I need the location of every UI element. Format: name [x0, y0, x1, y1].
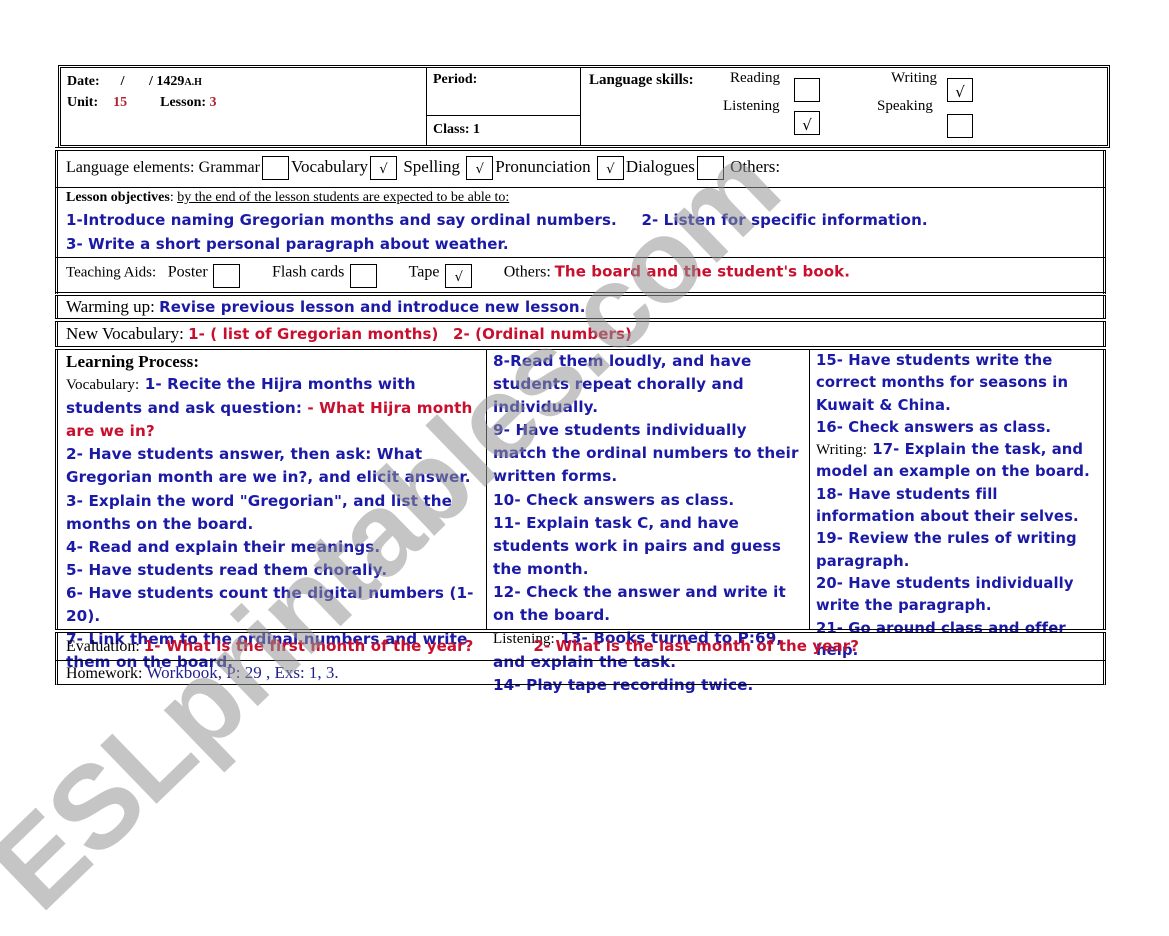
- skill-writing-checkbox[interactable]: √: [947, 78, 973, 102]
- learning-process-row: Learning Process: Vocabulary: 1- Recite …: [55, 350, 1106, 694]
- step-11: 11- Explain task C, and have students wo…: [493, 513, 781, 578]
- step-8: 8-Read them loudly, and have students re…: [493, 352, 752, 417]
- language-skills-label: Language skills:: [589, 72, 694, 88]
- objectives-intro: by the end of the lesson students are ex…: [177, 190, 510, 205]
- new-vocabulary-item-2: 2- (Ordinal numbers): [452, 325, 632, 343]
- teaching-aids-label: Teaching Aids:: [66, 264, 157, 281]
- date-value: / / 1429: [120, 74, 185, 89]
- step-4: 4- Read and explain their meanings.: [66, 537, 381, 556]
- element-dialogues-checkbox[interactable]: [696, 156, 724, 181]
- aid-tape-checkbox[interactable]: √: [445, 264, 473, 288]
- skill-speaking-label: Speaking: [877, 98, 933, 114]
- element-pronunciation-label: Pronunciation: [495, 157, 591, 176]
- unit-value: 15: [113, 95, 128, 110]
- new-vocabulary-row: New Vocabulary: 1- ( list of Gregorian m…: [55, 322, 1106, 346]
- step-3: 3- Explain the word "Gregorian", and lis…: [66, 491, 453, 533]
- aid-others-value: The board and the student's book.: [554, 262, 851, 281]
- element-vocabulary-checkbox[interactable]: √: [370, 156, 398, 181]
- lesson-value: 3: [209, 95, 217, 110]
- lesson-objectives-row: Lesson objectives: by the end of the les…: [55, 188, 1106, 257]
- header-table: Date: / / 1429A.H Unit: 15 Lesson: 3 Per…: [58, 65, 1110, 148]
- step-2: 2- Have students answer, then ask: What …: [66, 445, 471, 487]
- aid-flash-cards-label: Flash cards: [271, 263, 345, 281]
- skill-listening-label: Listening: [723, 98, 780, 114]
- aid-others-label: Others:: [503, 263, 551, 281]
- element-dialogues-label: Dialogues: [625, 157, 695, 176]
- process-column-3: 15- Have students write the correct mont…: [810, 350, 1103, 659]
- process-column-1: Learning Process: Vocabulary: 1- Recite …: [58, 350, 487, 671]
- teaching-aids-row: Teaching Aids: Poster Flash cards Tape √…: [55, 258, 1106, 294]
- evaluation-row: Evaluation: 1- What is the first month o…: [55, 633, 1106, 660]
- period-cell: Period:: [427, 68, 581, 116]
- warming-up-row: Warming up: Revise previous lesson and i…: [55, 296, 1106, 319]
- step-6: 6- Have students count the digital numbe…: [66, 583, 474, 626]
- step-20: 20- Have students individually write the…: [816, 574, 1074, 615]
- homework-row: Homework: Workbook, P: 29 , Exs: 1, 3.: [55, 661, 1106, 685]
- warming-up-value: Revise previous lesson and introduce new…: [159, 298, 586, 316]
- element-vocabulary-label: Vocabulary: [290, 157, 369, 176]
- date-unit-cell: Date: / / 1429A.H Unit: 15 Lesson: 3: [61, 68, 427, 145]
- language-skills-cell: Language skills: Reading Listening √ Wri…: [581, 68, 1107, 145]
- skill-reading-checkbox[interactable]: [794, 78, 820, 102]
- writing-stage-label: Writing:: [816, 442, 868, 459]
- step-15: 15- Have students write the correct mont…: [816, 352, 1069, 414]
- objective-2: 2- Listen for specific information.: [641, 211, 928, 229]
- skill-writing-label: Writing: [891, 70, 938, 86]
- evaluation-label: Evaluation:: [66, 638, 140, 655]
- class-label: Class: 1: [433, 122, 481, 137]
- aid-poster-label: Poster: [167, 263, 208, 281]
- new-vocabulary-label: New Vocabulary:: [66, 324, 184, 343]
- period-label: Period:: [433, 72, 478, 87]
- unit-label: Unit:: [67, 95, 99, 110]
- evaluation-question-1: 1- What is the first month of the year?: [143, 637, 474, 655]
- skill-reading-label: Reading: [730, 70, 780, 86]
- step-12: 12- Check the answer and write it on the…: [493, 582, 786, 625]
- vocabulary-stage-label: Vocabulary:: [66, 377, 140, 394]
- objectives-label: Lesson objectives: [66, 190, 170, 205]
- step-10: 10- Check answers as class.: [493, 490, 735, 509]
- step-18: 18- Have students fill information about…: [816, 485, 1079, 526]
- step-9: 9- Have students individually match the …: [493, 421, 799, 486]
- language-elements-row: Language elements: Grammar Vocabulary √ Sp…: [55, 150, 1106, 187]
- skill-speaking-checkbox[interactable]: [947, 114, 973, 138]
- date-suffix: A.H: [184, 77, 202, 88]
- step-16: 16- Check answers as class.: [816, 418, 1052, 436]
- step-5: 5- Have students read them chorally.: [66, 560, 388, 579]
- language-elements-label: Language elements:: [66, 159, 195, 176]
- date-label: Date:: [67, 74, 100, 89]
- aid-poster-checkbox[interactable]: [213, 264, 241, 288]
- element-grammar-checkbox[interactable]: [261, 156, 289, 181]
- aid-flash-cards-checkbox[interactable]: [350, 264, 378, 288]
- class-cell: Class: 1: [427, 116, 581, 145]
- process-column-2: 8-Read them loudly, and have students re…: [487, 350, 810, 694]
- element-grammar-label: Grammar: [198, 159, 260, 176]
- new-vocabulary-item-1: 1- ( list of Gregorian months): [188, 325, 439, 343]
- warming-up-label: Warming up:: [66, 297, 155, 316]
- aid-tape-label: Tape: [408, 263, 440, 281]
- element-spelling-label: Spelling: [403, 157, 460, 176]
- element-spelling-checkbox[interactable]: √: [466, 156, 494, 181]
- element-others-label: Others:: [730, 157, 781, 176]
- homework-label: Homework:: [66, 665, 143, 682]
- element-pronunciation-checkbox[interactable]: √: [596, 156, 624, 181]
- evaluation-question-2: 2- What is the last month of the year?: [533, 637, 860, 655]
- step-19: 19- Review the rules of writing paragrap…: [816, 530, 1077, 570]
- homework-value: Workbook, P: 29 , Exs: 1, 3.: [146, 663, 339, 682]
- lesson-label: Lesson:: [160, 95, 207, 110]
- skill-listening-checkbox[interactable]: √: [794, 111, 820, 135]
- objective-3: 3- Write a short personal paragraph abou…: [66, 235, 509, 253]
- learning-process-heading: Learning Process:: [66, 352, 200, 371]
- objective-1: 1-Introduce naming Gregorian months and …: [66, 211, 617, 229]
